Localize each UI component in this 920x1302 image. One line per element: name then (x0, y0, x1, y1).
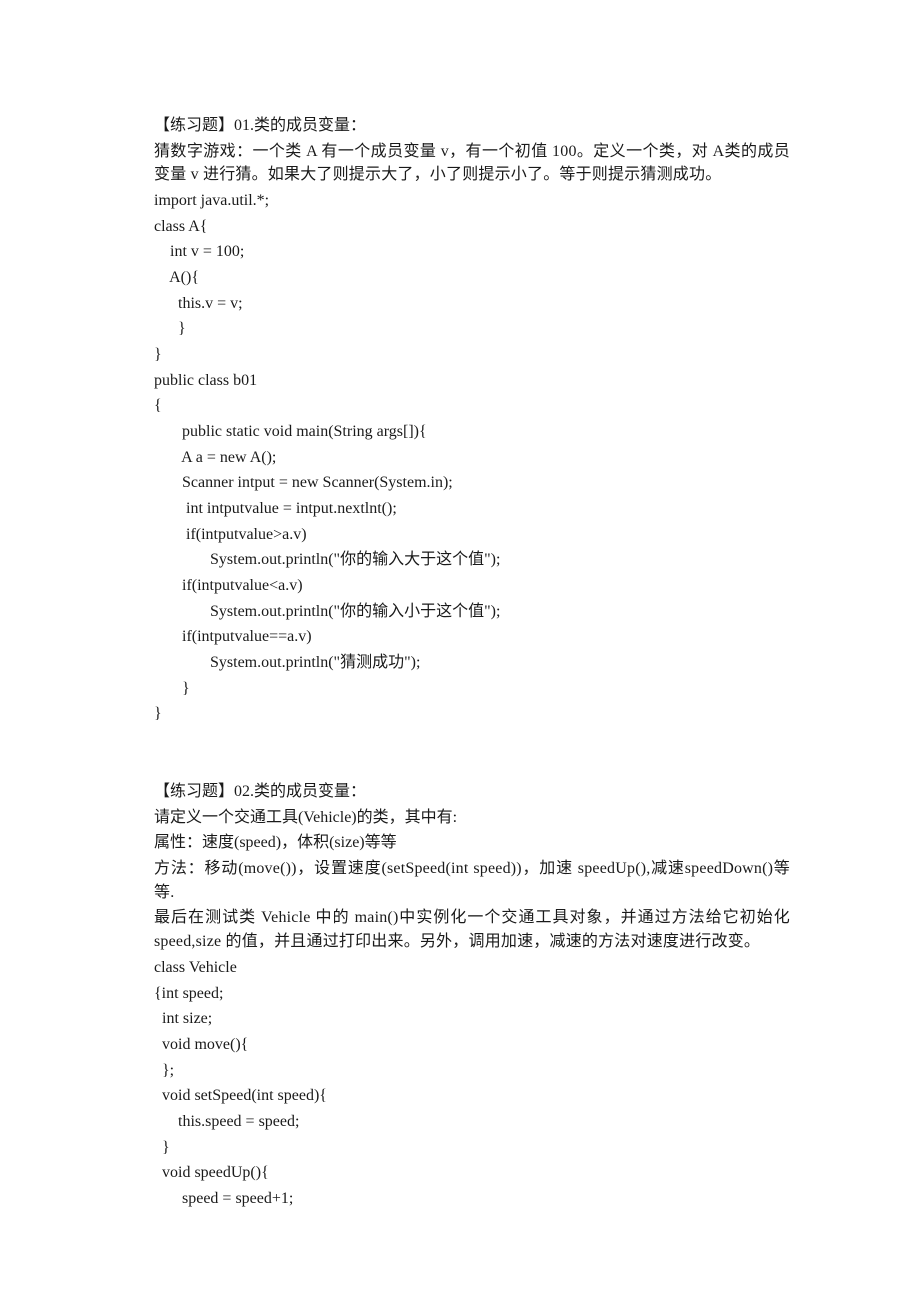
code-line: System.out.println("你的输入大于这个值"); (154, 548, 790, 572)
code-line: if(intputvalue==a.v) (154, 625, 790, 649)
code-line: 【练习题】02.类的成员变量： (154, 780, 790, 804)
code-line: }; (154, 1059, 790, 1083)
code-line: } (154, 317, 790, 341)
code-line: void move(){ (154, 1033, 790, 1057)
code-line: int v = 100; (154, 240, 790, 264)
code-line: speed = speed+1; (154, 1187, 790, 1211)
code-line: 属性：速度(speed)，体积(size)等等 (154, 831, 790, 855)
code-line: void speedUp(){ (154, 1161, 790, 1185)
code-line: 请定义一个交通工具(Vehicle)的类，其中有: (154, 806, 790, 830)
code-line: int intputvalue = intput.nextlnt(); (154, 497, 790, 521)
code-line: class Vehicle (154, 956, 790, 980)
code-line: } (154, 343, 790, 367)
code-line: void setSpeed(int speed){ (154, 1084, 790, 1108)
code-line: Scanner intput = new Scanner(System.in); (154, 471, 790, 495)
code-line: 最后在测试类 Vehicle 中的 main()中实例化一个交通工具对象，并通过… (154, 906, 790, 953)
code-line: } (154, 1136, 790, 1160)
code-line: A a = new A(); (154, 446, 790, 470)
code-line: class A{ (154, 215, 790, 239)
code-line: int size; (154, 1007, 790, 1031)
code-line: import java.util.*; (154, 189, 790, 213)
code-line: A(){ (154, 266, 790, 290)
code-line: System.out.println("猜测成功"); (154, 651, 790, 675)
code-line: public class b01 (154, 369, 790, 393)
code-line: } (154, 702, 790, 726)
code-line: } (154, 677, 790, 701)
code-line: this.v = v; (154, 292, 790, 316)
code-line: 【练习题】01.类的成员变量： (154, 114, 790, 138)
code-line: 猜数字游戏：一个类 A 有一个成员变量 v，有一个初值 100。定义一个类，对 … (154, 140, 790, 187)
code-line: 方法：移动(move())，设置速度(setSpeed(int speed))，… (154, 857, 790, 904)
code-line: if(intputvalue>a.v) (154, 523, 790, 547)
code-line: {int speed; (154, 982, 790, 1006)
code-line: { (154, 394, 790, 418)
code-line: this.speed = speed; (154, 1110, 790, 1134)
code-line: public static void main(String args[]){ (154, 420, 790, 444)
code-line: if(intputvalue<a.v) (154, 574, 790, 598)
code-line: System.out.println("你的输入小于这个值"); (154, 600, 790, 624)
